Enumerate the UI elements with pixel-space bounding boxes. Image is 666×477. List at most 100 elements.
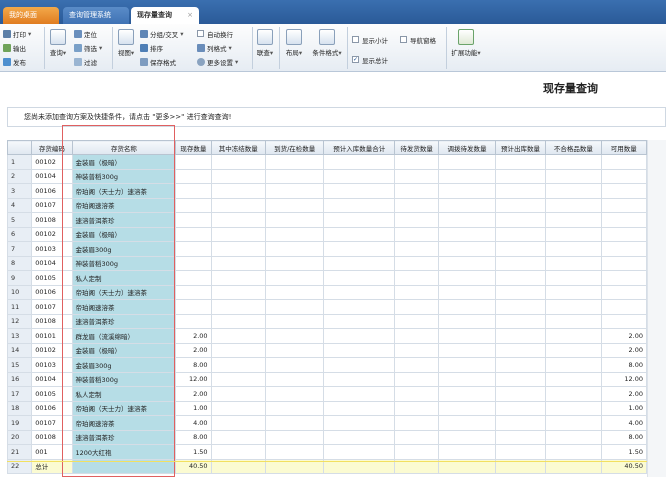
frozen-qty-cell[interactable]: [210, 415, 266, 431]
available-qty-cell[interactable]: 12.00: [600, 371, 648, 387]
vertical-scrollbar[interactable]: [647, 140, 666, 477]
column-header[interactable]: 存货名称: [71, 140, 177, 155]
inventory-code-cell[interactable]: 00101: [31, 328, 73, 344]
transfer-pending-cell[interactable]: [438, 386, 496, 402]
expected-in-cell[interactable]: [323, 386, 395, 402]
inventory-name-cell[interactable]: 神装普稻300g: [71, 168, 177, 184]
inventory-name-cell[interactable]: 私人定制: [71, 386, 177, 402]
filter-button[interactable]: 筛选 ▾: [74, 42, 102, 53]
frozen-qty-cell[interactable]: [210, 400, 266, 416]
inventory-name-cell[interactable]: 金装眉（极暗）: [71, 154, 177, 170]
table-row[interactable]: 20 00108 速溶普洱茶珍 8.00 8.00: [6, 429, 648, 445]
inventory-name-cell[interactable]: 帝珀阁速溶茶: [71, 299, 177, 315]
transfer-pending-cell[interactable]: [438, 168, 496, 184]
available-qty-cell[interactable]: 8.00: [600, 429, 648, 445]
inventory-code-cell[interactable]: 00102: [31, 154, 73, 170]
current-qty-cell[interactable]: [175, 226, 212, 242]
defective-qty-cell[interactable]: [545, 313, 602, 329]
frozen-qty-cell[interactable]: [210, 154, 266, 170]
row-number-cell[interactable]: 14: [6, 342, 33, 358]
inventory-code-cell[interactable]: 00105: [31, 386, 73, 402]
column-header[interactable]: 预计出库数量: [494, 140, 547, 155]
publish-button[interactable]: 发布: [3, 56, 26, 67]
expected-out-cell[interactable]: [494, 212, 547, 228]
print-button[interactable]: 打印 ▾: [3, 28, 31, 39]
pending-ship-cell[interactable]: [393, 371, 440, 387]
expected-in-cell[interactable]: [323, 255, 395, 271]
pending-ship-cell[interactable]: [393, 284, 440, 300]
row-number-cell[interactable]: 10: [6, 284, 33, 300]
table-row[interactable]: 10 00106 帝珀阁（天士力）速溶茶: [6, 284, 648, 300]
frozen-qty-cell[interactable]: [210, 226, 266, 242]
current-qty-cell[interactable]: 1.50: [175, 444, 212, 460]
expected-in-cell[interactable]: [323, 241, 395, 257]
pending-ship-cell[interactable]: [393, 400, 440, 416]
transfer-pending-cell[interactable]: [438, 444, 496, 460]
current-qty-cell[interactable]: 8.00: [175, 357, 212, 373]
expected-in-cell[interactable]: [323, 429, 395, 445]
inventory-code-cell[interactable]: 00106: [31, 284, 73, 300]
expected-in-cell[interactable]: [323, 197, 395, 213]
expected-out-cell[interactable]: [494, 168, 547, 184]
expected-in-cell[interactable]: [323, 371, 395, 387]
transfer-pending-cell[interactable]: [438, 400, 496, 416]
current-qty-cell[interactable]: [175, 197, 212, 213]
frozen-qty-cell[interactable]: [210, 444, 266, 460]
inventory-name-cell[interactable]: 帝珀阁（天士力）速溶茶: [71, 400, 177, 416]
available-qty-cell[interactable]: [600, 197, 648, 213]
arrival-qty-cell[interactable]: [264, 429, 325, 445]
current-qty-cell[interactable]: 1.00: [175, 400, 212, 416]
chevron-down-icon[interactable]: ▾: [28, 30, 31, 38]
defective-qty-cell[interactable]: [545, 241, 602, 257]
inventory-name-cell[interactable]: 帝珀阁速溶茶: [71, 197, 177, 213]
defective-qty-cell[interactable]: [545, 255, 602, 271]
pending-ship-cell[interactable]: [393, 299, 440, 315]
expected-in-cell[interactable]: [323, 342, 395, 358]
inventory-code-cell[interactable]: 00106: [31, 400, 73, 416]
defective-qty-cell[interactable]: [545, 328, 602, 344]
auto-wrap-checkbox[interactable]: [197, 30, 204, 37]
frozen-qty-cell[interactable]: [210, 357, 266, 373]
available-qty-cell[interactable]: 4.00: [600, 415, 648, 431]
current-qty-cell[interactable]: [175, 313, 212, 329]
column-header[interactable]: 调拨待发数量: [438, 140, 496, 155]
column-header[interactable]: 现存数量: [175, 140, 212, 155]
frozen-qty-cell[interactable]: [210, 313, 266, 329]
pending-ship-cell[interactable]: [393, 168, 440, 184]
pending-ship-cell[interactable]: [393, 342, 440, 358]
available-qty-cell[interactable]: 2.00: [600, 386, 648, 402]
query-button[interactable]: 查询▾: [47, 29, 69, 57]
defective-qty-cell[interactable]: [545, 197, 602, 213]
column-header[interactable]: 可用数量: [600, 140, 648, 155]
table-row[interactable]: 11 00107 帝珀阁速溶茶: [6, 299, 648, 315]
transfer-pending-cell[interactable]: [438, 342, 496, 358]
inventory-code-cell[interactable]: 00103: [31, 357, 73, 373]
show-total-checkbox[interactable]: [352, 56, 359, 63]
inventory-code-cell[interactable]: 00104: [31, 371, 73, 387]
inventory-code-cell[interactable]: 00102: [31, 226, 73, 242]
defective-qty-cell[interactable]: [545, 386, 602, 402]
row-number-cell[interactable]: 8: [6, 255, 33, 271]
row-number-cell[interactable]: 15: [6, 357, 33, 373]
show-subtotal-checkbox[interactable]: [352, 36, 359, 43]
inventory-name-cell[interactable]: 1200大红袍: [71, 444, 177, 460]
expected-out-cell[interactable]: [494, 299, 547, 315]
inventory-code-cell[interactable]: 00105: [31, 270, 73, 286]
inventory-code-cell[interactable]: 00108: [31, 313, 73, 329]
defective-qty-cell[interactable]: [545, 444, 602, 460]
expected-in-cell[interactable]: [323, 168, 395, 184]
row-number-cell[interactable]: 5: [6, 212, 33, 228]
expected-in-cell[interactable]: [323, 415, 395, 431]
defective-qty-cell[interactable]: [545, 429, 602, 445]
pending-ship-cell[interactable]: [393, 328, 440, 344]
transfer-pending-cell[interactable]: [438, 226, 496, 242]
inventory-name-cell[interactable]: 群龙眉（流溪绵暗）: [71, 328, 177, 344]
chevron-down-icon[interactable]: ▾: [131, 49, 134, 57]
expected-out-cell[interactable]: [494, 183, 547, 199]
expected-in-cell[interactable]: [323, 212, 395, 228]
inventory-name-cell[interactable]: 金装眉（极暗）: [71, 226, 177, 242]
table-row[interactable]: 8 00104 神装普稻300g: [6, 255, 648, 271]
inventory-name-cell[interactable]: 速溶普洱茶珍: [71, 313, 177, 329]
inventory-name-cell[interactable]: 速溶普洱茶珍: [71, 429, 177, 445]
pending-ship-cell[interactable]: [393, 241, 440, 257]
